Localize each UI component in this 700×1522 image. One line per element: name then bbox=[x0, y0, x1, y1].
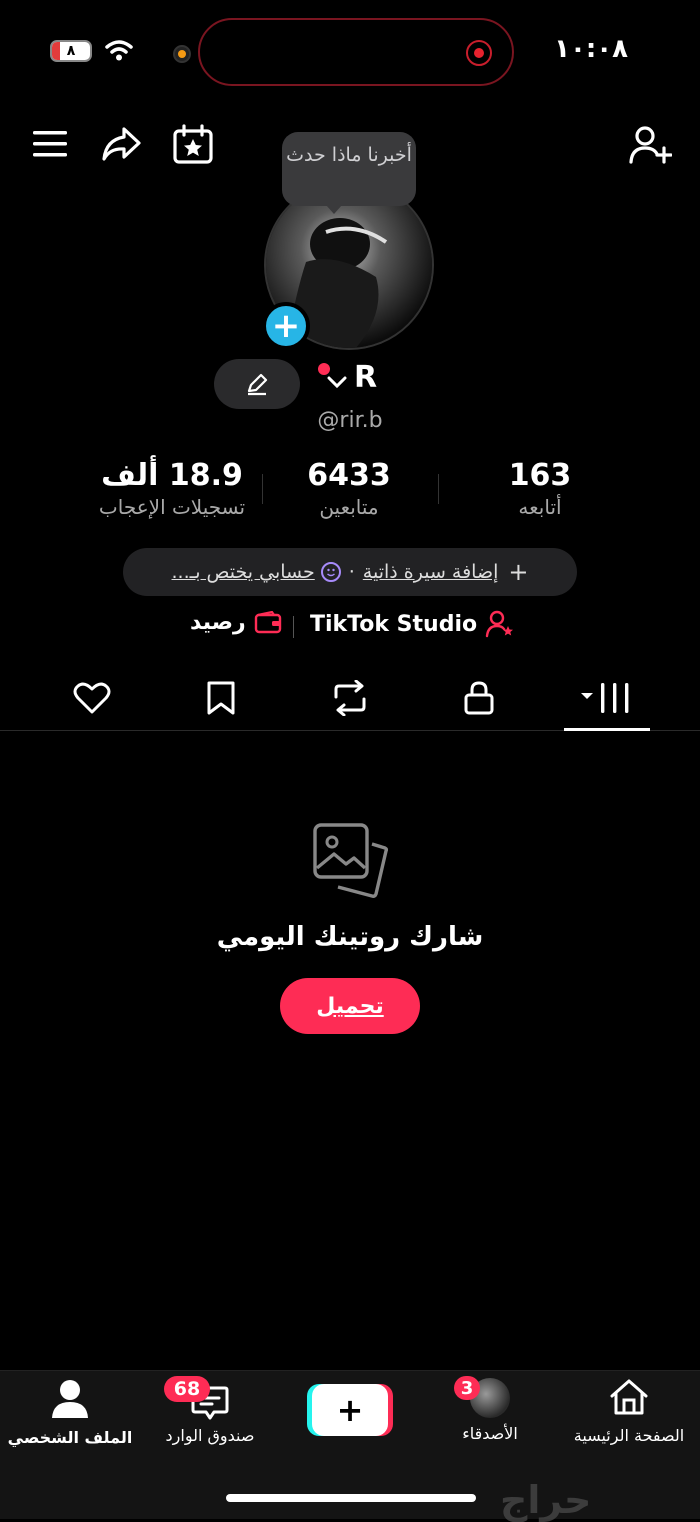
nav-profile-label: الملف الشخصي bbox=[7, 1428, 133, 1447]
tab-liked[interactable] bbox=[32, 666, 152, 730]
watermark-logo: حراج bbox=[500, 1478, 592, 1522]
chevron-down-icon bbox=[327, 376, 347, 388]
smiley-icon bbox=[320, 562, 341, 582]
edit-profile-button[interactable] bbox=[214, 359, 300, 409]
heart-icon bbox=[73, 682, 111, 714]
inbox-badge: 68 bbox=[164, 1376, 210, 1402]
add-story-button[interactable]: + bbox=[262, 302, 310, 350]
tab-private[interactable] bbox=[419, 666, 539, 730]
add-bio-button[interactable]: + إضافة سيرة ذاتية · حسابي يختص بـ... bbox=[123, 548, 577, 596]
bio-text: حسابي يختص بـ... bbox=[171, 561, 315, 583]
likes-label: تسجيلات الإعجاب bbox=[98, 495, 246, 519]
tooltip-text: أخبرنا ماذا حدث bbox=[286, 144, 412, 166]
followers-count: 6433 bbox=[307, 458, 391, 493]
status-time: ١٠:٠٨ bbox=[554, 34, 628, 64]
battery-indicator: ٨ bbox=[50, 40, 92, 62]
profile-person-icon bbox=[52, 1380, 88, 1418]
add-bio-label: إضافة سيرة ذاتية bbox=[362, 561, 499, 583]
following-count: 163 bbox=[508, 458, 572, 493]
nav-home[interactable]: الصفحة الرئيسية bbox=[559, 1378, 699, 1445]
nav-profile[interactable]: الملف الشخصي bbox=[0, 1378, 140, 1447]
creator-star-icon bbox=[485, 610, 514, 638]
upload-button[interactable]: تحميل bbox=[280, 978, 420, 1034]
link-divider bbox=[293, 616, 294, 638]
friends-badge: 3 bbox=[454, 1376, 480, 1400]
profile-name: R bbox=[354, 360, 378, 395]
home-icon bbox=[610, 1379, 648, 1415]
status-tooltip[interactable]: أخبرنا ماذا حدث bbox=[282, 132, 416, 214]
following-stat[interactable]: 163 أتابعه bbox=[440, 458, 640, 519]
followers-label: متابعين bbox=[319, 495, 379, 519]
bio-separator: · bbox=[348, 561, 355, 583]
tab-favorites[interactable] bbox=[161, 666, 281, 730]
recording-indicator-icon bbox=[466, 40, 492, 66]
nav-inbox[interactable]: صندوق الوارد bbox=[140, 1378, 280, 1445]
nav-friends[interactable]: الأصدقاء bbox=[420, 1378, 560, 1443]
likes-count: 18.9 ألف bbox=[101, 458, 243, 493]
tab-videos[interactable] bbox=[547, 666, 667, 730]
likes-stat[interactable]: 18.9 ألف تسجيلات الإعجاب bbox=[72, 458, 272, 519]
tiktok-studio-link[interactable]: TikTok Studio bbox=[310, 610, 515, 638]
balance-link[interactable]: رصيد bbox=[190, 610, 282, 635]
upload-label: تحميل bbox=[316, 993, 384, 1019]
photos-icon bbox=[312, 822, 389, 904]
plus-icon: + bbox=[508, 558, 529, 586]
calendar-star-icon[interactable] bbox=[172, 124, 214, 170]
wifi-icon bbox=[104, 38, 134, 66]
camera-in-use-dot bbox=[173, 45, 191, 63]
repost-icon bbox=[334, 680, 366, 716]
profile-handle: @rir.b bbox=[317, 408, 383, 433]
tab-reposts[interactable] bbox=[290, 666, 410, 730]
add-user-icon[interactable] bbox=[628, 124, 673, 170]
menu-hamburger-icon[interactable] bbox=[32, 128, 68, 164]
wallet-icon bbox=[254, 610, 281, 633]
pencil-icon bbox=[247, 373, 268, 396]
empty-state-title: شارك روتينك اليومي bbox=[216, 922, 484, 952]
bookmark-icon bbox=[207, 681, 235, 715]
create-button[interactable]: + bbox=[312, 1384, 388, 1436]
nav-friends-label: الأصدقاء bbox=[462, 1424, 518, 1443]
account-switcher[interactable]: R bbox=[318, 360, 377, 395]
following-label: أتابعه bbox=[518, 495, 562, 519]
nav-home-label: الصفحة الرئيسية bbox=[573, 1426, 685, 1445]
balance-label: رصيد bbox=[190, 610, 246, 635]
active-tab-indicator bbox=[564, 728, 650, 731]
followers-stat[interactable]: 6433 متابعين bbox=[249, 458, 449, 519]
grid-columns-icon bbox=[581, 683, 629, 713]
create-plus-icon: + bbox=[336, 1391, 364, 1429]
home-indicator bbox=[226, 1494, 476, 1502]
lock-icon bbox=[464, 681, 494, 715]
tiktok-studio-label: TikTok Studio bbox=[310, 611, 478, 637]
nav-inbox-label: صندوق الوارد bbox=[165, 1426, 255, 1445]
share-icon[interactable] bbox=[100, 124, 142, 168]
